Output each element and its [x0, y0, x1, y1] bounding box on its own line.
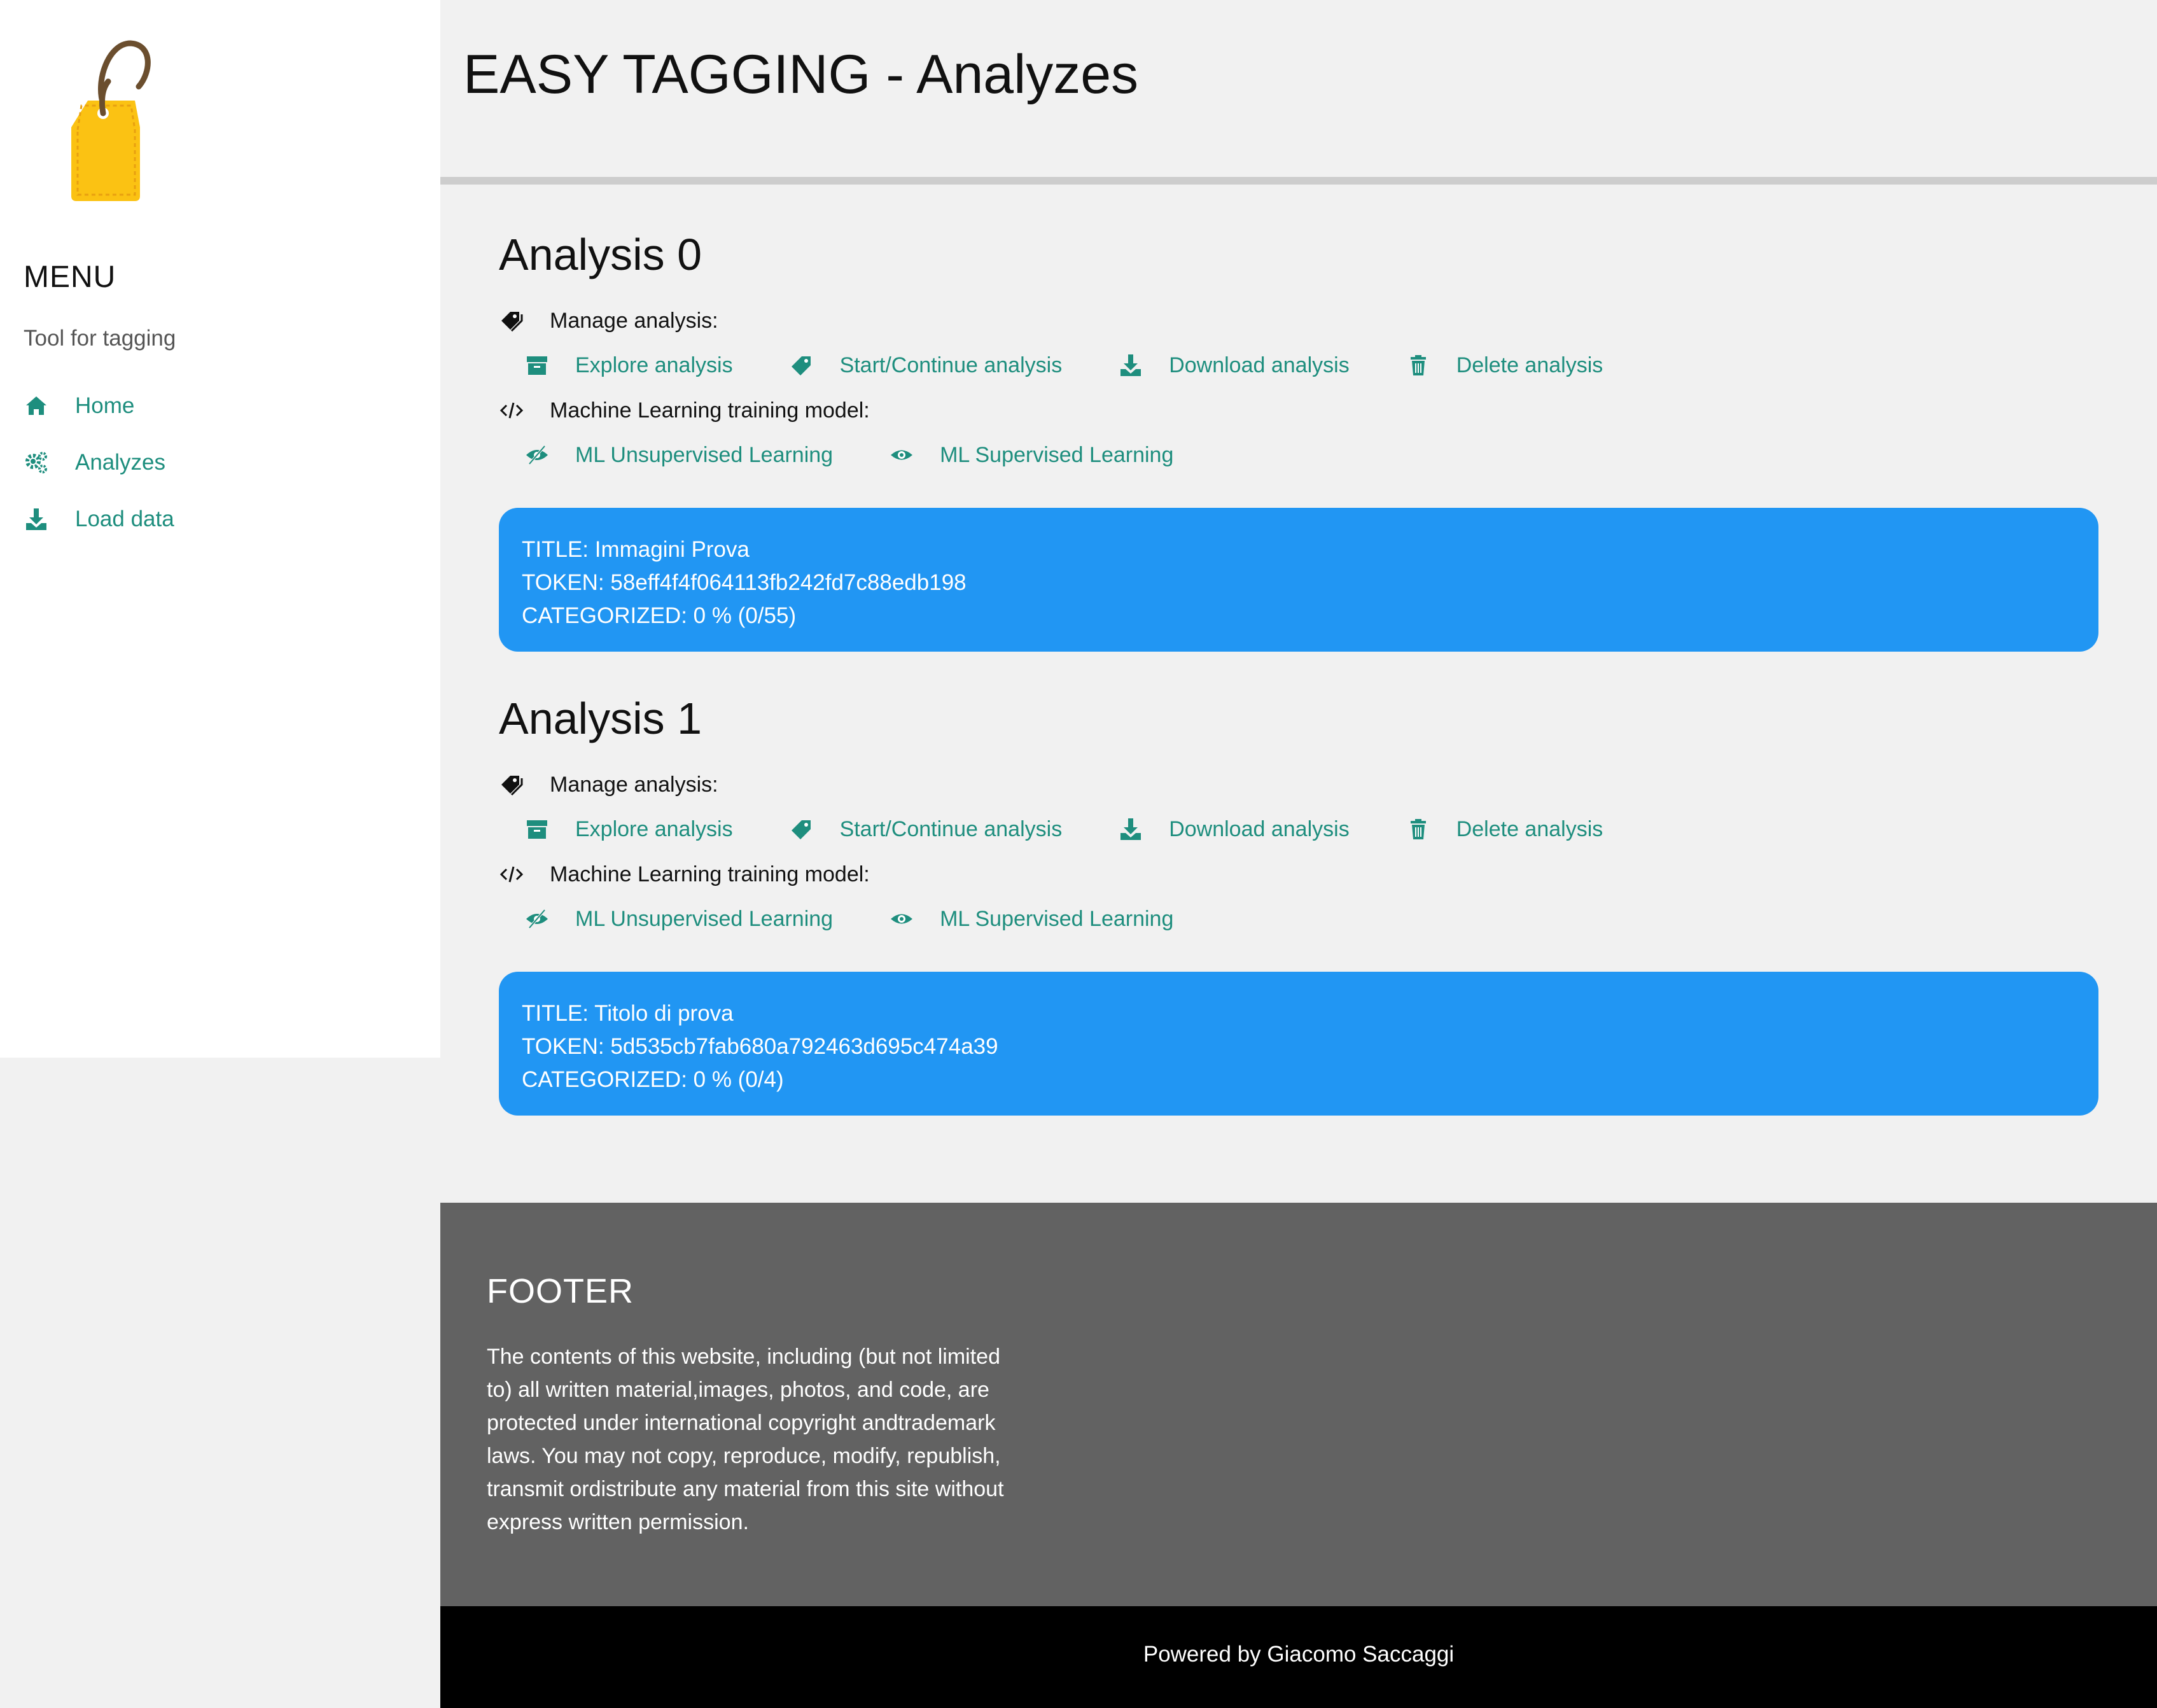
sidebar-item-label: Load data: [75, 507, 174, 531]
ml-training-label: Machine Learning training model:: [550, 862, 870, 886]
card-token-line: TOKEN: 5d535cb7fab680a792463d695c474a39: [522, 1034, 998, 1059]
ml-supervised-link[interactable]: ML Supervised Learning: [889, 906, 1173, 932]
archive-icon: [524, 353, 550, 378]
sidebar-item-label: Home: [75, 393, 135, 418]
analysis-info-card: TITLE: Immagini Prova TOKEN: 58eff4f4f06…: [499, 508, 2098, 652]
ml-unsupervised-link[interactable]: ML Unsupervised Learning: [524, 906, 833, 932]
analysis-info-card: TITLE: Titolo di prova TOKEN: 5d535cb7fa…: [499, 972, 2098, 1116]
sidebar: MENU Tool for tagging Home Analyzes Load…: [0, 0, 440, 1058]
download-icon: [24, 507, 49, 532]
card-token-line: TOKEN: 58eff4f4f064113fb242fd7c88edb198: [522, 570, 967, 595]
delete-analysis-link[interactable]: Delete analysis: [1406, 816, 1603, 842]
analysis-actions: Explore analysis Start/Continue analysis…: [524, 353, 1603, 378]
download-analysis-label: Download analysis: [1169, 816, 1350, 841]
sidebar-item-home[interactable]: Home: [24, 387, 134, 425]
ml-unsupervised-link[interactable]: ML Unsupervised Learning: [524, 442, 833, 468]
page-header: EASY TAGGING - Analyzes: [440, 0, 2157, 185]
code-icon: [499, 398, 524, 423]
explore-analysis-link[interactable]: Explore analysis: [524, 353, 733, 378]
ml-training-row: Machine Learning training model:: [499, 398, 870, 423]
tags-icon: [499, 772, 524, 797]
menu-heading: MENU: [24, 260, 116, 294]
analysis-actions: Explore analysis Start/Continue analysis…: [524, 816, 1603, 842]
eye-slash-icon: [524, 906, 550, 932]
tag-icon: [789, 353, 814, 378]
code-icon: [499, 862, 524, 887]
ml-supervised-label: ML Supervised Learning: [940, 442, 1174, 467]
explore-analysis-link[interactable]: Explore analysis: [524, 816, 733, 842]
analysis-title: Analysis 0: [499, 230, 702, 279]
sidebar-item-load-data[interactable]: Load data: [24, 500, 174, 538]
download-analysis-link[interactable]: Download analysis: [1118, 353, 1350, 378]
tags-icon: [499, 308, 524, 333]
explore-analysis-label: Explore analysis: [575, 353, 733, 377]
page-title: EASY TAGGING - Analyzes: [463, 44, 1139, 105]
delete-analysis-label: Delete analysis: [1456, 353, 1603, 377]
start-continue-analysis-link[interactable]: Start/Continue analysis: [789, 816, 1063, 842]
bottom-bar: Powered by Giacomo Saccaggi: [440, 1606, 2157, 1708]
archive-icon: [524, 816, 550, 842]
footer: FOOTER The contents of this website, inc…: [440, 1203, 2157, 1606]
eye-slash-icon: [524, 442, 550, 468]
eye-icon: [889, 906, 914, 932]
menu-subtitle: Tool for tagging: [24, 326, 176, 351]
sidebar-item-label: Analyzes: [75, 450, 166, 475]
manage-analysis-row: Manage analysis:: [499, 308, 718, 333]
ml-unsupervised-label: ML Unsupervised Learning: [575, 906, 834, 931]
download-icon: [1118, 816, 1143, 842]
trash-icon: [1406, 353, 1431, 378]
card-categorized-line: CATEGORIZED: 0 % (0/4): [522, 1067, 784, 1092]
manage-analysis-row: Manage analysis:: [499, 772, 718, 797]
download-icon: [1118, 353, 1143, 378]
manage-analysis-label: Manage analysis:: [550, 772, 718, 797]
gears-icon: [24, 450, 49, 475]
footer-title: FOOTER: [487, 1272, 634, 1310]
ml-training-label: Machine Learning training model:: [550, 398, 870, 423]
card-categorized-line: CATEGORIZED: 0 % (0/55): [522, 603, 797, 628]
sidebar-item-analyzes[interactable]: Analyzes: [24, 444, 165, 482]
card-title-line: TITLE: Titolo di prova: [522, 1001, 734, 1026]
powered-by-text: Powered by Giacomo Saccaggi: [1143, 1642, 1455, 1667]
ml-training-row: Machine Learning training model:: [499, 862, 870, 887]
start-continue-analysis-label: Start/Continue analysis: [839, 816, 1063, 841]
download-analysis-label: Download analysis: [1169, 353, 1350, 377]
ml-supervised-link[interactable]: ML Supervised Learning: [889, 442, 1173, 468]
delete-analysis-label: Delete analysis: [1456, 816, 1603, 841]
explore-analysis-label: Explore analysis: [575, 816, 733, 841]
ml-unsupervised-label: ML Unsupervised Learning: [575, 442, 834, 467]
start-continue-analysis-label: Start/Continue analysis: [839, 353, 1063, 377]
tag-logo: [64, 37, 159, 209]
ml-actions: ML Unsupervised Learning ML Supervised L…: [524, 906, 1173, 932]
start-continue-analysis-link[interactable]: Start/Continue analysis: [789, 353, 1063, 378]
delete-analysis-link[interactable]: Delete analysis: [1406, 353, 1603, 378]
footer-copyright-text: The contents of this website, including …: [487, 1345, 1004, 1534]
trash-icon: [1406, 816, 1431, 842]
analysis-title: Analysis 1: [499, 694, 702, 743]
ml-actions: ML Unsupervised Learning ML Supervised L…: [524, 442, 1173, 468]
manage-analysis-label: Manage analysis:: [550, 308, 718, 333]
card-title-line: TITLE: Immagini Prova: [522, 537, 750, 562]
ml-supervised-label: ML Supervised Learning: [940, 906, 1174, 931]
download-analysis-link[interactable]: Download analysis: [1118, 816, 1350, 842]
home-icon: [24, 393, 49, 419]
tag-icon: [789, 816, 814, 842]
eye-icon: [889, 442, 914, 468]
